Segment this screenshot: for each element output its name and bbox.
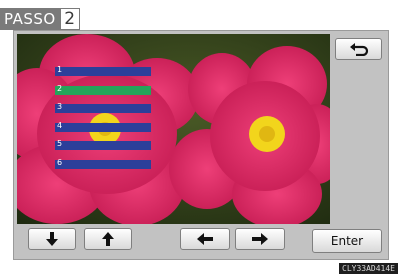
list-item-3[interactable]: 3 xyxy=(55,102,151,113)
step-number: 2 xyxy=(59,8,80,30)
scroll-down-button[interactable] xyxy=(28,228,76,250)
back-button[interactable] xyxy=(335,38,382,60)
step-label: PASSO xyxy=(0,8,60,30)
step-indicator: PASSO 2 xyxy=(0,8,80,30)
arrow-down-icon xyxy=(46,232,58,246)
list-item-6[interactable]: 6 xyxy=(55,157,151,169)
enter-button[interactable]: Enter xyxy=(312,229,382,253)
display-screen: 1 2 3 4 5 6 Enter xyxy=(13,30,389,260)
list-item-label: 6 xyxy=(57,157,63,167)
list-item-5[interactable]: 5 xyxy=(55,139,151,150)
return-arrow-icon xyxy=(349,43,368,56)
list-item-label: 4 xyxy=(57,120,63,130)
list-item-1[interactable]: 1 xyxy=(55,65,151,76)
scroll-up-button[interactable] xyxy=(84,228,132,250)
list-item-4[interactable]: 4 xyxy=(55,120,151,132)
list-item-label: 3 xyxy=(57,102,63,111)
arrow-left-icon xyxy=(197,233,213,245)
list-item-label: 1 xyxy=(57,65,63,74)
photo-preview: 1 2 3 4 5 6 xyxy=(17,34,330,224)
figure-code: CLY33AD414E xyxy=(339,263,398,274)
enter-button-label: Enter xyxy=(330,234,364,248)
arrow-up-icon xyxy=(102,232,114,246)
move-right-button[interactable] xyxy=(235,228,285,250)
move-left-button[interactable] xyxy=(180,228,230,250)
arrow-right-icon xyxy=(252,233,268,245)
list-item-2[interactable]: 2 xyxy=(55,83,151,95)
list-item-label: 5 xyxy=(57,139,63,148)
list-item-label: 2 xyxy=(57,83,63,93)
